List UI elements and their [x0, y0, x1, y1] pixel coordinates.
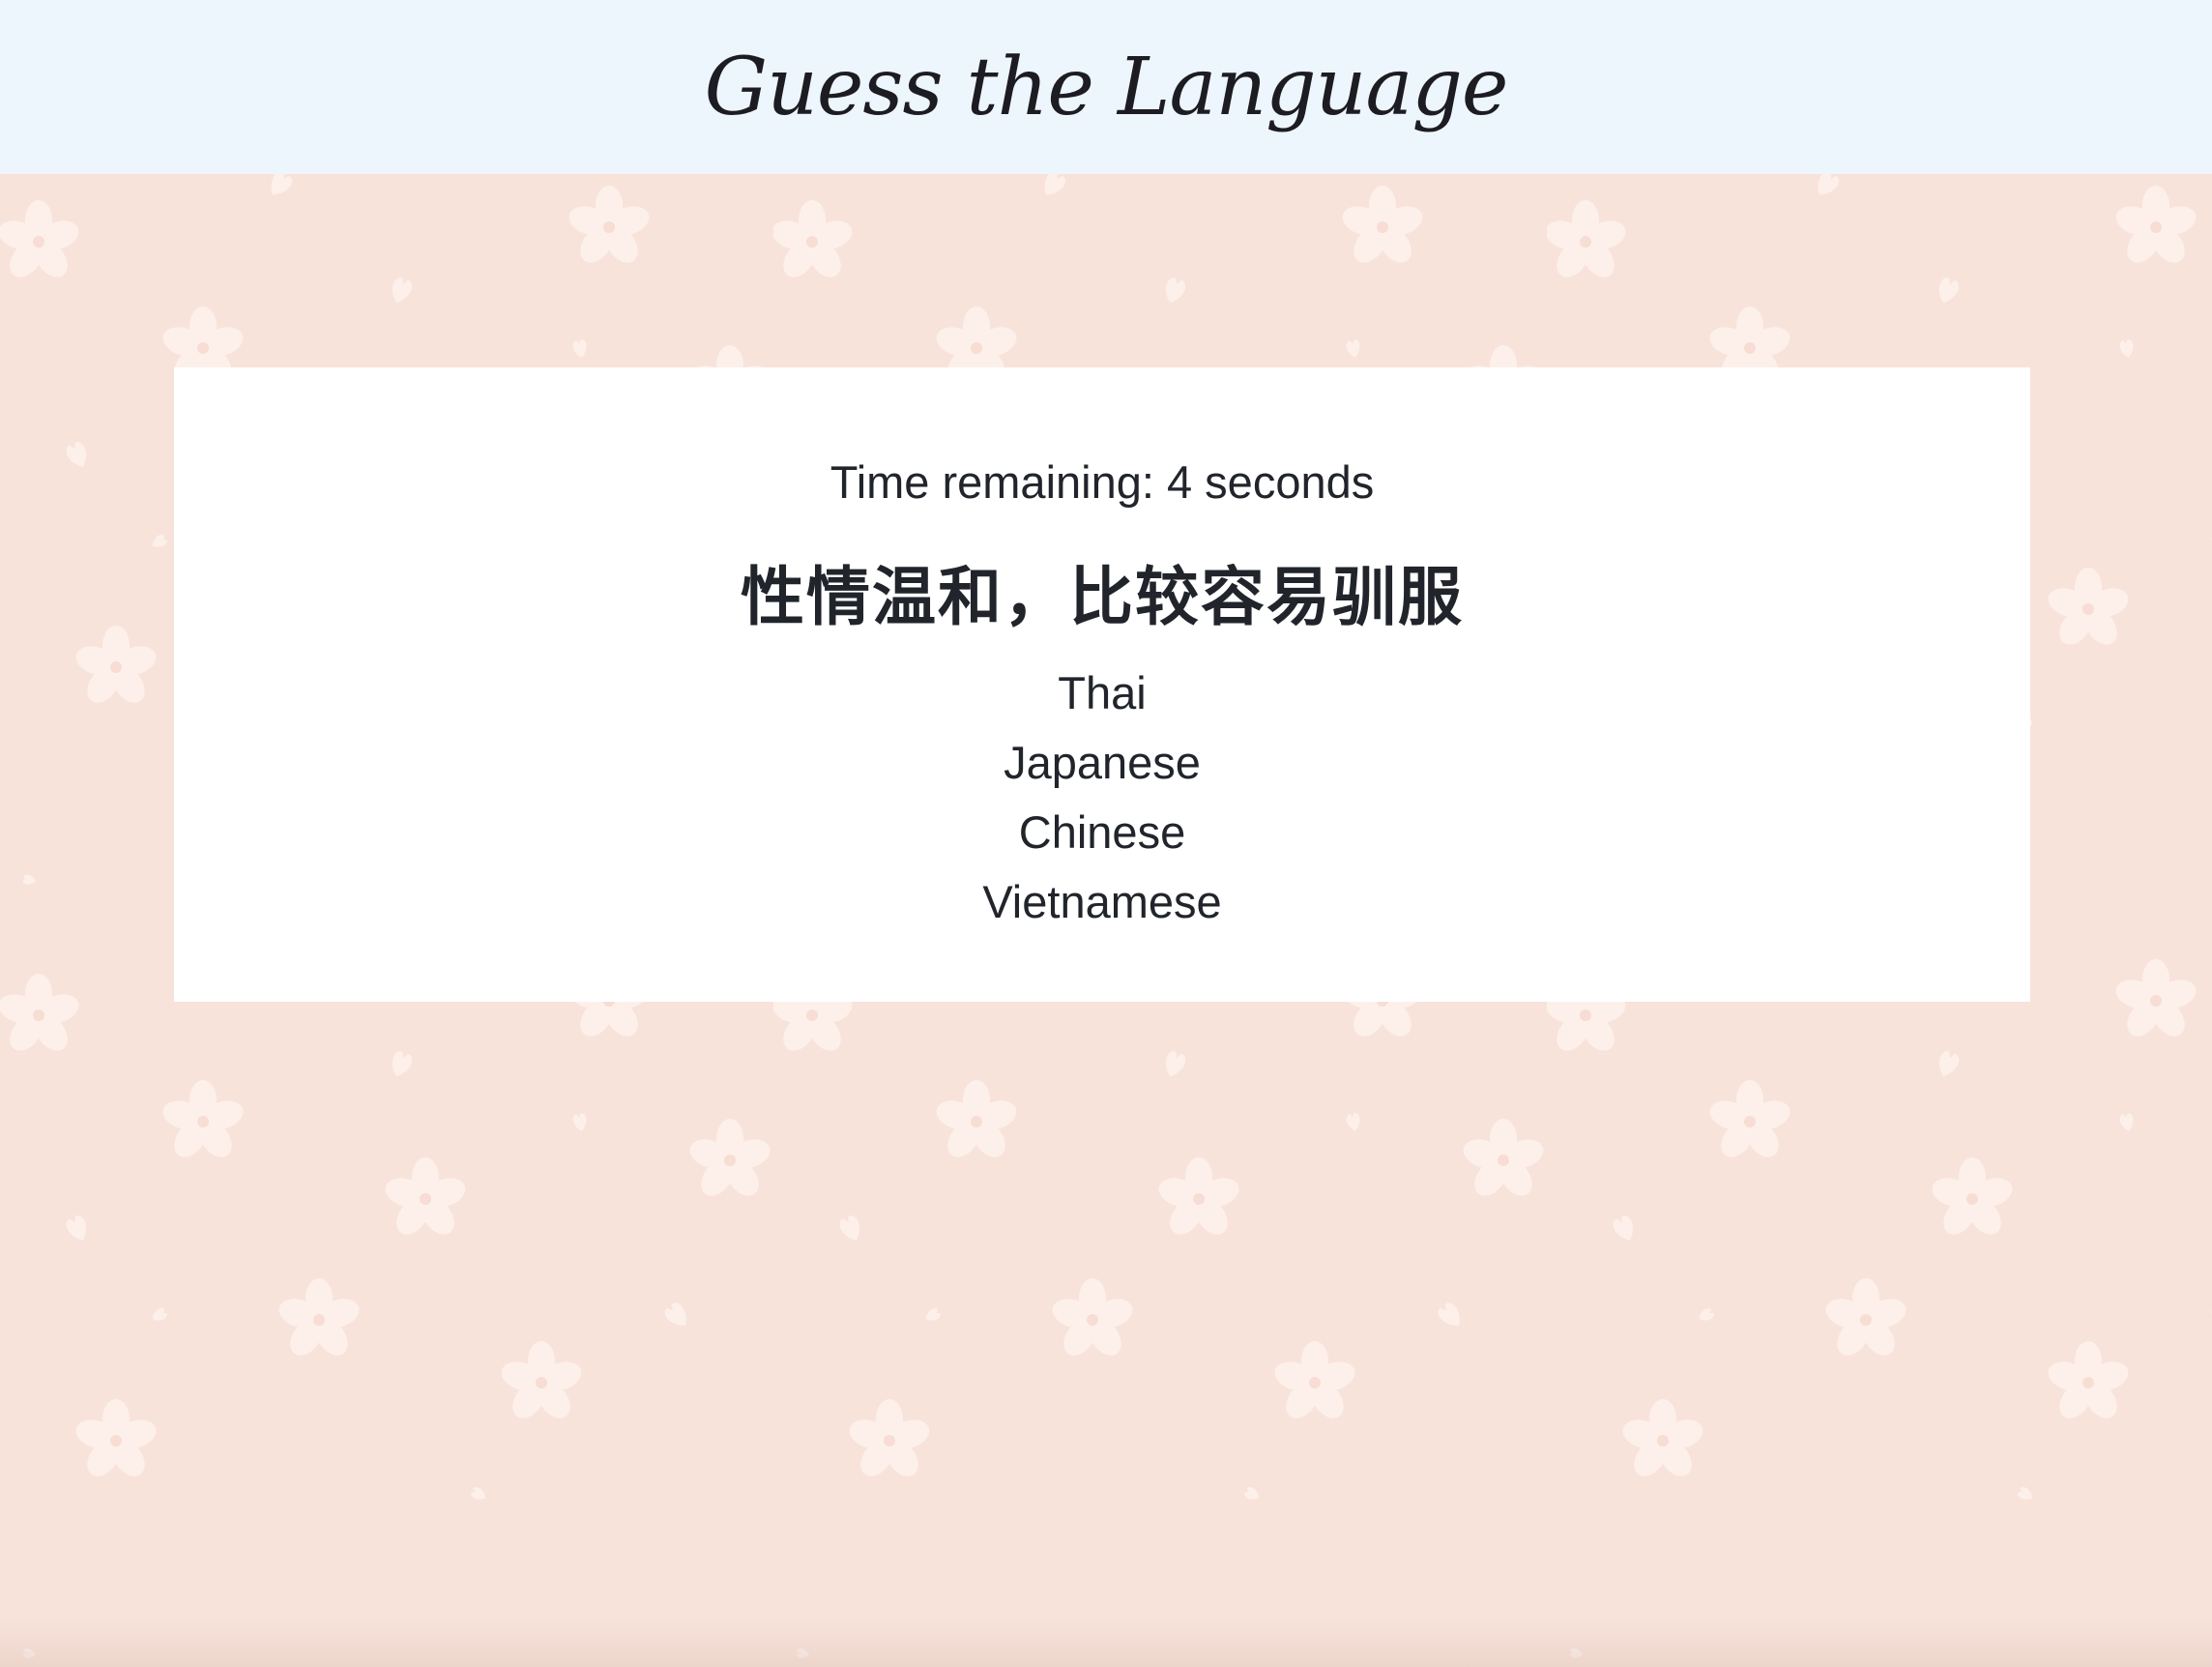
site-title: Guess the Language [704, 41, 1509, 133]
language-options: Thai Japanese Chinese Vietnamese [971, 658, 1233, 937]
site-header: Guess the Language [0, 0, 2212, 174]
option-thai[interactable]: Thai [1046, 658, 1157, 728]
option-japanese[interactable]: Japanese [992, 728, 1212, 798]
phrase-to-guess: 性情温和，比较容易驯服 [741, 561, 1464, 632]
game-card: Time remaining: 4 seconds 性情温和，比较容易驯服 Th… [174, 367, 2030, 1002]
timer-text: Time remaining: 4 seconds [830, 456, 1375, 508]
option-chinese[interactable]: Chinese [1007, 798, 1197, 867]
option-vietnamese[interactable]: Vietnamese [971, 867, 1233, 937]
bottom-shadow [0, 1619, 2212, 1667]
